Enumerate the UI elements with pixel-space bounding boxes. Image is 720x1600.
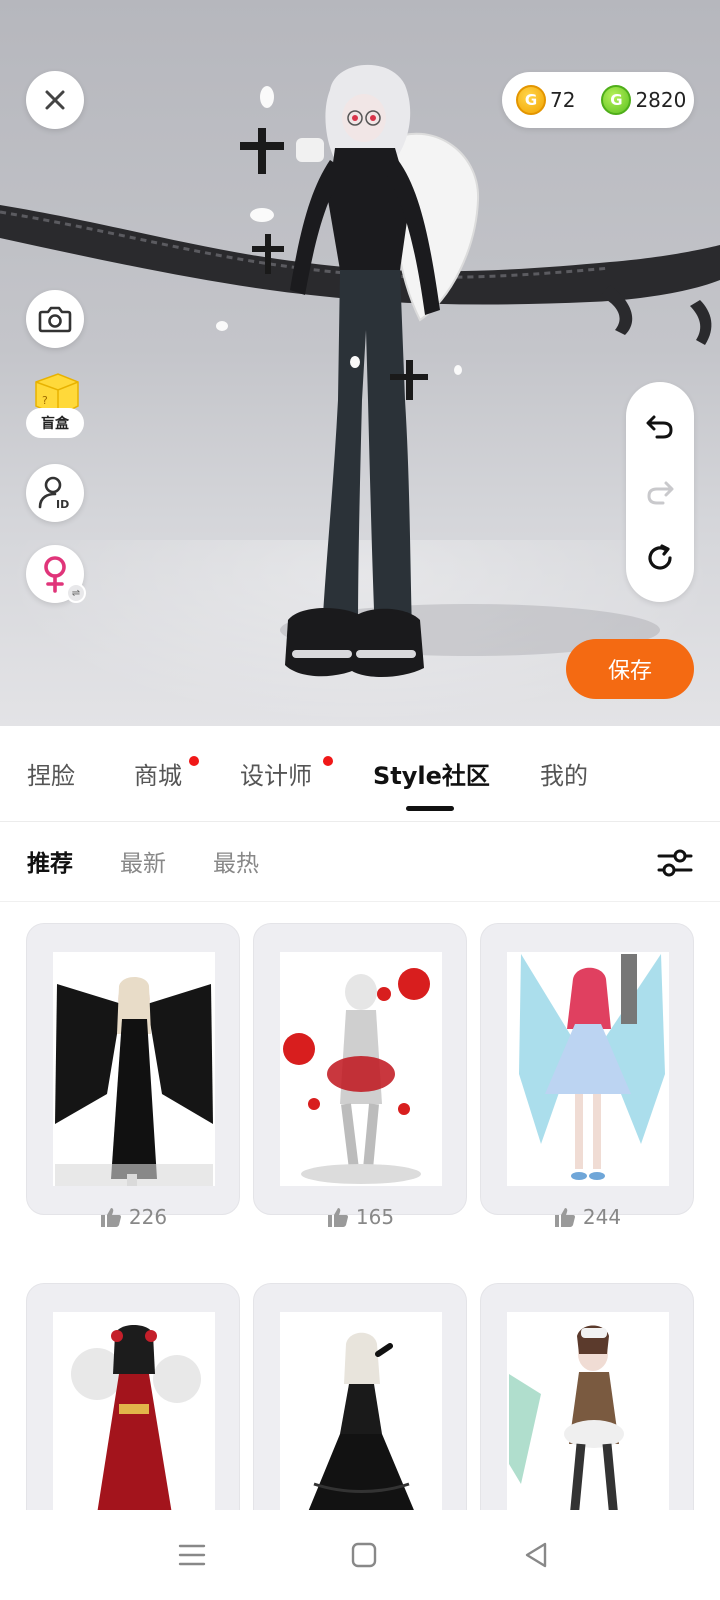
avatar-id-icon: ID	[38, 476, 69, 511]
back-button[interactable]	[513, 1532, 559, 1578]
outfit-thumbnail	[53, 1312, 215, 1510]
menu-icon	[178, 1544, 206, 1566]
redo-button[interactable]	[640, 472, 680, 512]
likes-value: 165	[355, 1205, 395, 1229]
outfit-thumbnail	[507, 1312, 669, 1510]
subtab-latest[interactable]: 最新	[120, 844, 166, 878]
outfit-card[interactable]	[480, 1283, 694, 1510]
undo-button[interactable]	[640, 406, 680, 446]
filter-sliders-icon	[657, 849, 693, 877]
blindbox-button[interactable]: ? 盲盒	[26, 372, 84, 442]
main-tab-bar: 捏脸 商城 设计师 Style社区 我的	[0, 726, 720, 822]
currency-balance[interactable]: G 72 G 2820	[502, 72, 694, 128]
swap-icon: ⇌	[66, 583, 86, 603]
gold-coin-icon: G	[516, 85, 546, 115]
gender-switch-button[interactable]: ⇌	[26, 545, 86, 603]
back-triangle-icon	[525, 1542, 547, 1568]
subtab-recommended[interactable]: 推荐	[27, 844, 73, 878]
tab-face-edit[interactable]: 捏脸	[27, 756, 75, 791]
close-icon	[45, 90, 65, 110]
outfit-thumbnail	[53, 952, 215, 1186]
female-gender-icon	[44, 556, 66, 593]
outfit-card[interactable]	[253, 1283, 467, 1510]
camera-icon	[38, 306, 72, 333]
close-button[interactable]	[26, 71, 84, 129]
shop-badge	[189, 756, 199, 766]
undo-icon	[646, 415, 673, 439]
home-square-icon	[351, 1542, 377, 1568]
outfit-thumbnail	[280, 1312, 442, 1510]
designer-badge	[323, 756, 333, 766]
avatar-preview[interactable]: G 72 G 2820 ? 盲盒 ID ⇌ 保存	[0, 0, 720, 726]
thumbs-up-icon	[554, 1208, 575, 1227]
blindbox-label: 盲盒	[26, 408, 84, 438]
thumbs-up-icon	[327, 1208, 348, 1227]
outfit-thumbnail	[280, 952, 442, 1186]
home-button[interactable]	[341, 1532, 387, 1578]
likes-count[interactable]: 165	[253, 1202, 467, 1232]
likes-count[interactable]: 244	[480, 1202, 694, 1232]
tab-style-community[interactable]: Style社区	[373, 756, 490, 791]
save-button[interactable]: 保存	[566, 639, 694, 699]
tab-shop[interactable]: 商城	[134, 756, 182, 791]
likes-count[interactable]: 226	[26, 1202, 240, 1232]
camera-button[interactable]	[26, 290, 84, 348]
reset-button[interactable]	[640, 538, 680, 578]
gold-coin-value: 72	[550, 88, 576, 112]
menu-button[interactable]	[169, 1532, 215, 1578]
history-panel	[626, 382, 694, 602]
green-coin-icon: G	[601, 85, 632, 115]
svg-text:ID: ID	[56, 498, 69, 511]
reset-icon	[648, 544, 672, 570]
filter-button[interactable]	[655, 843, 695, 883]
outfit-grid: 226 165 244	[0, 902, 720, 1510]
tab-mine[interactable]: 我的	[540, 756, 588, 791]
outfit-card[interactable]	[253, 923, 467, 1215]
svg-text:?: ?	[42, 394, 48, 407]
green-coin-value: 2820	[635, 88, 687, 112]
avatar-id-button[interactable]: ID	[26, 464, 84, 522]
likes-value: 244	[582, 1205, 622, 1229]
sub-tab-bar: 推荐 最新 最热	[0, 822, 720, 902]
outfit-card[interactable]	[26, 923, 240, 1215]
likes-value: 226	[128, 1205, 168, 1229]
system-navigation-bar	[0, 1510, 720, 1600]
active-tab-indicator	[406, 806, 454, 811]
thumbs-up-icon	[100, 1208, 121, 1227]
subtab-hottest[interactable]: 最热	[213, 844, 259, 878]
redo-icon	[647, 481, 674, 505]
outfit-card[interactable]	[480, 923, 694, 1215]
tab-designer[interactable]: 设计师	[240, 756, 312, 791]
outfit-card[interactable]	[26, 1283, 240, 1510]
outfit-thumbnail	[507, 952, 669, 1186]
